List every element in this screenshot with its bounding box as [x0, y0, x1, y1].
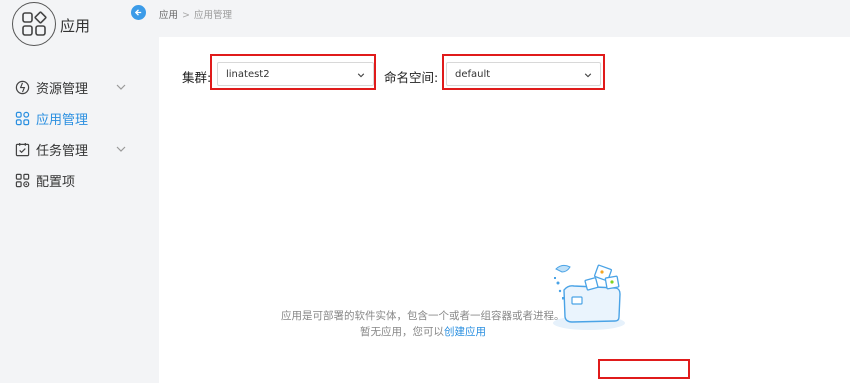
cluster-select[interactable]: linatest2	[217, 62, 374, 86]
app-title: 应用	[60, 17, 91, 35]
sidebar-item-config[interactable]: 配置项	[0, 165, 147, 196]
create-app-link[interactable]: 创建应用	[444, 326, 486, 338]
sidebar-item-label: 应用管理	[36, 113, 89, 128]
task-icon	[14, 142, 30, 158]
namespace-select-value: default	[455, 68, 491, 80]
app-logo-icon	[12, 2, 56, 46]
sidebar-item-label: 配置项	[36, 175, 76, 190]
cluster-label: 集群:	[182, 70, 212, 85]
empty-state-description: 应用是可部署的软件实体，包含一个或者一组容器或者进程。	[281, 310, 565, 322]
empty-state-prompt-row: 暂无应用，您可以创建应用	[360, 324, 486, 339]
sidebar-item-label: 任务管理	[36, 144, 89, 159]
sidebar: 应用 资源管理 应用管理 任务管理 配置项	[0, 0, 147, 383]
sidebar-item-task-management[interactable]: 任务管理	[0, 134, 147, 165]
sidebar-item-resource-management[interactable]: 资源管理	[0, 72, 147, 103]
cluster-select-value: linatest2	[226, 68, 270, 80]
namespace-label: 命名空间:	[384, 70, 439, 85]
chevron-down-icon	[116, 84, 126, 90]
sidebar-nav: 资源管理 应用管理 任务管理 配置项	[0, 72, 147, 196]
chevron-down-icon	[116, 146, 126, 152]
breadcrumb-root[interactable]: 应用	[159, 10, 178, 21]
empty-state-prompt: 暂无应用，您可以	[360, 326, 444, 338]
chevron-down-icon	[357, 73, 365, 78]
main-panel: 集群: linatest2 命名空间: default	[159, 37, 850, 383]
arrow-left-icon	[134, 9, 142, 16]
breadcrumb: 应用 > 应用管理	[159, 7, 232, 21]
resource-icon	[14, 80, 30, 96]
breadcrumb-current: 应用管理	[193, 10, 232, 21]
config-icon	[14, 173, 30, 189]
sidebar-item-app-management[interactable]: 应用管理	[0, 103, 147, 134]
breadcrumb-separator: >	[182, 10, 190, 21]
back-button[interactable]	[131, 5, 146, 20]
app-grid-icon	[14, 111, 30, 127]
sidebar-item-label: 资源管理	[36, 82, 89, 97]
chevron-down-icon	[584, 73, 592, 78]
namespace-select[interactable]: default	[446, 62, 601, 86]
